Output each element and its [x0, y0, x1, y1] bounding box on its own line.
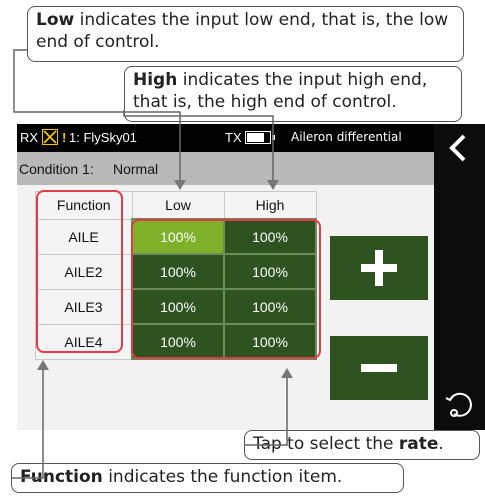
condition-bar: Condition 1: Normal [17, 152, 434, 185]
chevron-left-icon [449, 134, 466, 162]
model-name: 1: FlySky01 [69, 130, 137, 145]
callout-low: Low indicates the input low end, that is… [27, 6, 464, 62]
increase-button[interactable] [330, 236, 428, 300]
plus-icon [361, 250, 397, 286]
battery-icon [245, 131, 275, 144]
tx-label: TX [225, 130, 242, 145]
callout-high-text: indicates the input high end, that is, t… [133, 70, 428, 112]
page-title: Aileron differential [291, 130, 402, 144]
header-low: Low [131, 191, 225, 220]
condition-label: Condition 1: [19, 161, 94, 177]
callout-rate: Tap to select the rate. [244, 430, 480, 460]
callout-function-text: indicates the function item. [102, 467, 343, 487]
callout-rate-end: . [438, 434, 444, 454]
rx-signal-warning-icon [42, 129, 58, 145]
status-bar: RX ! 1: FlySky01 TX Aileron differential [17, 124, 434, 152]
callout-low-text: indicates the input low end, that is, th… [36, 10, 449, 52]
alert-icon: ! [62, 130, 67, 145]
callout-function: Function indicates the function item. [11, 463, 404, 493]
rate-columns-highlight [131, 219, 321, 359]
minus-icon [361, 364, 397, 372]
sidebar [434, 124, 485, 430]
callout-rate-text: Tap to select the [253, 434, 399, 454]
rx-label: RX [20, 130, 39, 145]
callout-low-term: Low [36, 10, 75, 30]
rotate-icon [445, 392, 472, 417]
function-column-highlight [36, 190, 123, 353]
decrease-button[interactable] [330, 336, 428, 400]
callout-high-term: High [133, 70, 178, 90]
header-high: High [223, 191, 317, 220]
rotate-button[interactable] [442, 386, 478, 422]
callout-high: High indicates the input high end, that … [124, 66, 462, 122]
back-button[interactable] [442, 130, 478, 166]
condition-value: Normal [113, 161, 159, 177]
callout-rate-term: rate [398, 434, 439, 454]
callout-function-term: Function [20, 467, 103, 487]
